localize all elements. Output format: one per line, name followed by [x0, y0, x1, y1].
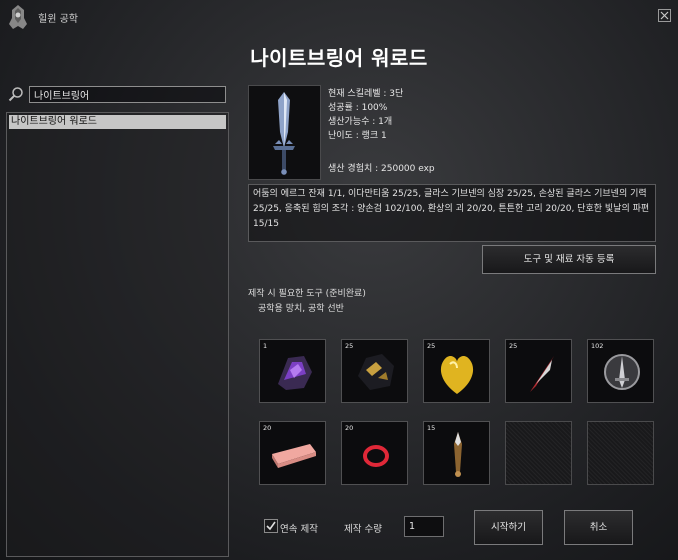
checkmark-icon	[266, 521, 276, 531]
quantity-input[interactable]	[404, 516, 444, 537]
difficulty-text: 난이도 : 랭크 1	[328, 131, 387, 141]
sword-icon	[273, 92, 295, 175]
material-slot-5[interactable]: 102	[587, 339, 654, 403]
tools-value: 공학용 망치, 공학 선반	[258, 304, 344, 314]
quantity-label: 제작 수량	[344, 524, 382, 535]
material-slot-4[interactable]: 25	[505, 339, 572, 403]
item-title: 나이트브링어 워로드	[250, 46, 428, 70]
experience-text: 생산 경험치 : 250000 exp	[328, 164, 435, 174]
window-title: 힐윈 공학	[38, 14, 78, 25]
purple-crystal-icon	[278, 356, 312, 390]
red-ring-icon	[363, 445, 389, 467]
golden-heart-icon	[440, 356, 474, 394]
cancel-button[interactable]: 취소	[564, 510, 633, 545]
search-input[interactable]	[29, 86, 226, 103]
material-slot-10[interactable]	[587, 421, 654, 485]
production-count-text: 생산가능수 : 1개	[328, 117, 393, 127]
engineering-emblem-icon	[9, 5, 27, 29]
materials-description: 어둠의 에르그 잔재 1/1, 이다만티움 25/25, 글라스 기브넨의 심장…	[248, 184, 656, 242]
close-button[interactable]	[658, 9, 671, 22]
auto-register-button[interactable]: 도구 및 재료 자동 등록	[482, 245, 656, 274]
continuous-craft-label: 연속 제작	[280, 524, 318, 535]
success-rate-text: 성공률 : 100%	[328, 103, 388, 113]
material-slot-1[interactable]: 1	[259, 339, 326, 403]
material-slot-7[interactable]: 20	[341, 421, 408, 485]
item-preview	[248, 85, 321, 180]
dark-gold-ore-icon	[358, 354, 394, 390]
tools-label: 제작 시 필요한 도구 (준비완료)	[248, 289, 366, 299]
start-button[interactable]: 시작하기	[474, 510, 543, 545]
continuous-craft-checkbox[interactable]	[264, 519, 278, 533]
material-slot-2[interactable]: 25	[341, 339, 408, 403]
recipe-list: 나이트브링어 워로드	[6, 112, 229, 557]
material-slot-8[interactable]: 15	[423, 421, 490, 485]
blade-shard-icon	[454, 432, 462, 477]
material-slot-9[interactable]	[505, 421, 572, 485]
sword-emblem-icon	[604, 354, 640, 390]
title-bar: 힐윈 공학	[0, 0, 678, 34]
list-item[interactable]: 나이트브링어 워로드	[9, 115, 226, 129]
material-slot-6[interactable]: 20	[259, 421, 326, 485]
red-feather-icon	[530, 356, 554, 392]
pink-ingot-icon	[272, 444, 316, 468]
search-icon[interactable]	[8, 86, 24, 102]
close-icon	[660, 11, 669, 20]
material-slot-3[interactable]: 25	[423, 339, 490, 403]
skill-level-text: 현재 스킬레벨 : 3단	[328, 89, 404, 99]
